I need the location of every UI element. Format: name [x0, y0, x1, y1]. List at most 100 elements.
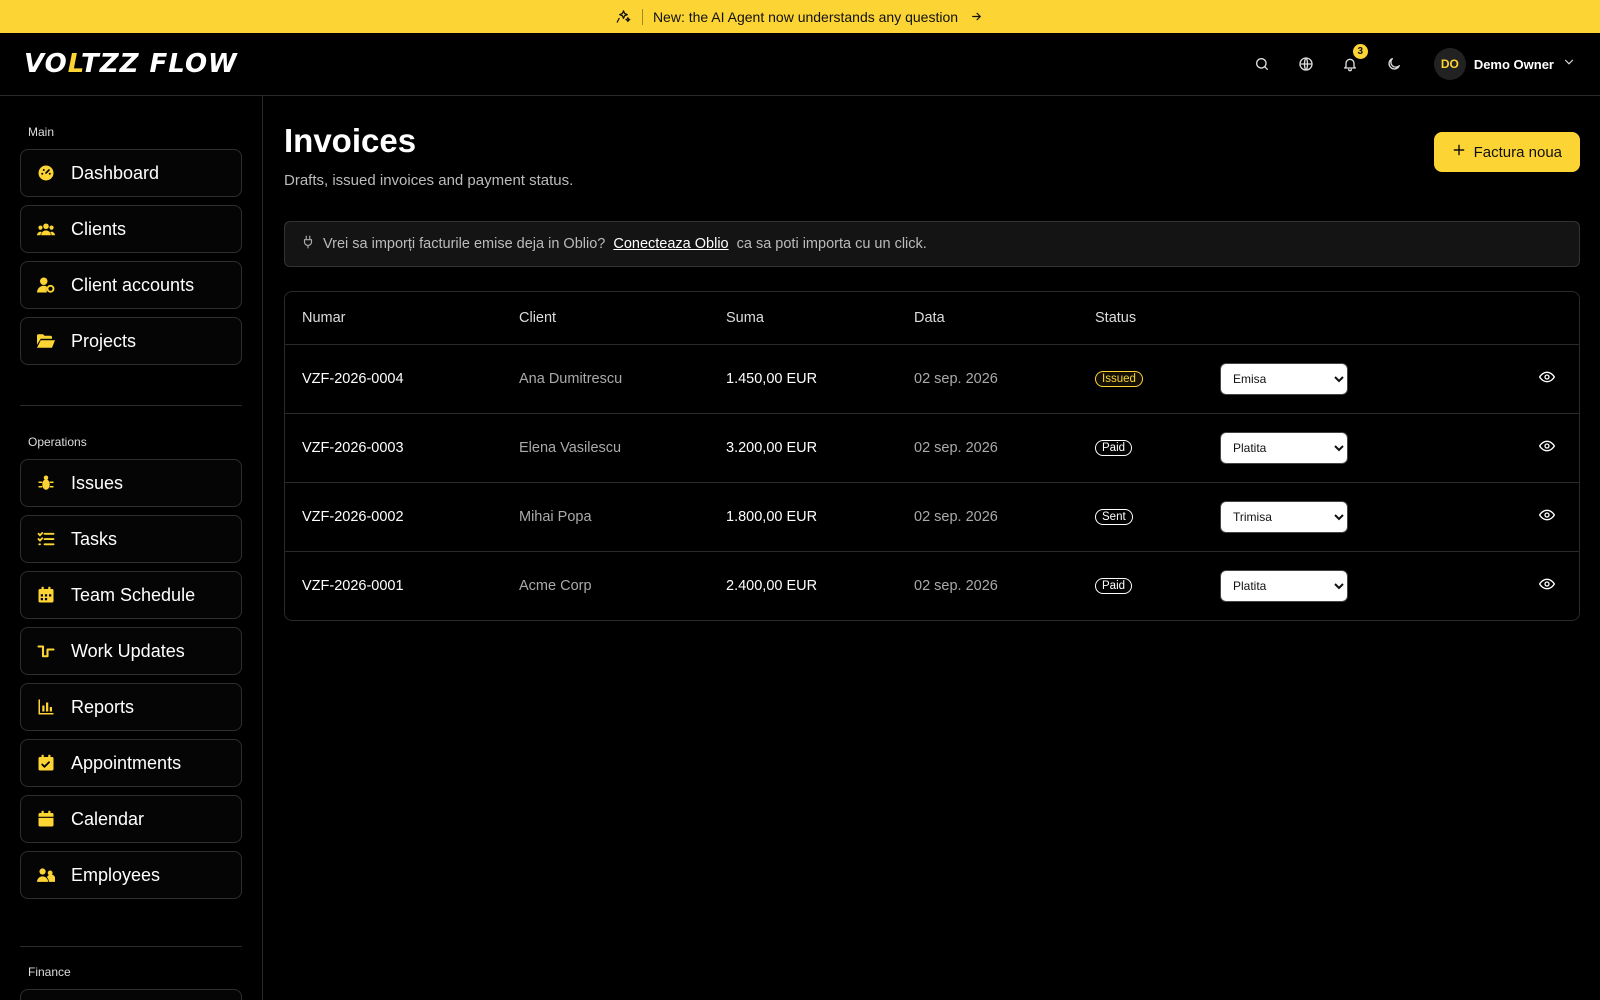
- status-cell: Issued: [1078, 344, 1203, 414]
- sidebar-item-calendar[interactable]: Calendar: [20, 795, 242, 843]
- sidebar-item-label: Projects: [71, 330, 137, 351]
- sidebar-item-team-schedule[interactable]: Team Schedule: [20, 571, 242, 619]
- status-badge: Sent: [1095, 509, 1133, 525]
- globe-icon[interactable]: [1294, 52, 1318, 76]
- status-cell: Paid: [1078, 413, 1203, 483]
- status-badge: Issued: [1095, 371, 1143, 387]
- table-row[interactable]: VZF-2026-0003 Elena Vasilescu 3.200,00 E…: [285, 413, 1579, 483]
- logo-text-b: TZZ FLOW: [81, 49, 238, 79]
- eye-icon[interactable]: [1539, 438, 1555, 454]
- eye-icon[interactable]: [1539, 507, 1555, 523]
- sidebar-item-label: Tasks: [71, 528, 118, 549]
- oblio-import-notice: Vrei sa imporți facturile emise deja in …: [284, 221, 1580, 267]
- new-invoice-label: Factura noua: [1473, 143, 1562, 161]
- status-badge: Paid: [1095, 578, 1133, 595]
- user-group-icon: [37, 866, 55, 884]
- actions-cell: [1472, 413, 1579, 483]
- user-name: Demo Owner: [1473, 56, 1554, 72]
- invoice-number: VZF-2026-0003: [285, 413, 502, 483]
- invoice-client: Acme Corp: [519, 577, 592, 594]
- new-invoice-button[interactable]: Factura noua: [1433, 132, 1580, 172]
- search-icon[interactable]: [1250, 52, 1274, 76]
- sidebar-item-issues[interactable]: Issues: [20, 459, 242, 507]
- gauge-icon: [37, 164, 55, 182]
- sidebar-item-client-accounts[interactable]: Client accounts: [20, 261, 242, 309]
- user-menu[interactable]: DO Demo Owner: [1433, 48, 1576, 80]
- actions-cell: [1473, 551, 1579, 620]
- sidebar-divider: [20, 946, 242, 947]
- sidebar-item-tasks[interactable]: Tasks: [20, 515, 242, 563]
- invoice-number: VZF-2026-0001: [302, 577, 404, 594]
- invoice-number: VZF-2026-0004: [285, 344, 502, 414]
- calendar-icon: [37, 810, 55, 828]
- sparkles-icon: [616, 9, 632, 25]
- users-icon: [37, 220, 55, 238]
- sidebar-item-work-updates[interactable]: Work Updates: [20, 627, 242, 675]
- column-header-client[interactable]: Client: [502, 292, 709, 345]
- folder-open-icon: [37, 332, 55, 350]
- invoice-amount: 3.200,00 EUR: [709, 413, 897, 483]
- status-select[interactable]: Emisa: [1220, 362, 1348, 395]
- sidebar-item-label: Appointments: [71, 752, 182, 773]
- sidebar: Main Dashboard Clients Client accounts P…: [0, 96, 263, 1000]
- table-header-row: Numar Client Suma Data Status: [285, 292, 1579, 345]
- arrow-right-icon[interactable]: [968, 9, 984, 25]
- page-subtitle: Drafts, issued invoices and payment stat…: [284, 172, 574, 189]
- status-select[interactable]: Trimisa: [1220, 500, 1348, 533]
- calendar-grid-icon: [37, 586, 55, 604]
- top-header: VOLTZZ FLOW 3 DO Demo Owner: [0, 33, 1600, 96]
- app-logo[interactable]: VOLTZZ FLOW: [24, 49, 238, 79]
- table-row[interactable]: VZF-2026-0002 Mihai Popa 1.800,00 EUR 02…: [285, 482, 1579, 552]
- eye-icon[interactable]: [1539, 576, 1555, 592]
- connect-oblio-link[interactable]: Conecteaza Oblio: [613, 236, 728, 252]
- sidebar-item-projects[interactable]: Projects: [20, 317, 242, 365]
- status-select-cell: Emisa: [1203, 344, 1473, 414]
- sidebar-section-finance: Finance: [28, 965, 71, 979]
- list-check-icon: [37, 530, 55, 548]
- status-select[interactable]: Platita: [1220, 431, 1348, 464]
- moon-icon[interactable]: [1382, 52, 1406, 76]
- announcement-bar[interactable]: New: the AI Agent now understands any qu…: [0, 0, 1600, 33]
- avatar: DO: [1433, 48, 1466, 80]
- sidebar-item-label: Client accounts: [71, 274, 195, 295]
- invoice-date: 02 sep. 2026: [897, 413, 1078, 483]
- column-header-actions: [1472, 292, 1579, 345]
- notice-text-after: ca sa poti importa cu un click.: [736, 236, 927, 252]
- sidebar-item-clients[interactable]: Clients: [20, 205, 242, 253]
- status-select-cell: Trimisa: [1203, 482, 1473, 552]
- table-row[interactable]: VZF-2026-0004 Ana Dumitrescu 1.450,00 EU…: [285, 344, 1579, 414]
- sidebar-item-label: Clients: [71, 218, 127, 239]
- bell-icon[interactable]: 3: [1338, 44, 1368, 76]
- sidebar-item-label: Team Schedule: [71, 584, 196, 605]
- sidebar-item-employees[interactable]: Employees: [20, 851, 242, 899]
- sidebar-item-reports[interactable]: Reports: [20, 683, 242, 731]
- logo-text-a: VO: [24, 49, 68, 79]
- invoice-client: Ana Dumitrescu: [502, 344, 709, 414]
- table-row[interactable]: VZF-2026-0001 Acme Corp 2.400,00 EUR 02 …: [285, 551, 1579, 620]
- sidebar-item-dashboard[interactable]: Dashboard: [20, 149, 242, 197]
- main-content: Invoices Drafts, issued invoices and pay…: [263, 96, 1600, 1000]
- invoice-date: 02 sep. 2026: [897, 482, 1078, 552]
- sidebar-item-appointments[interactable]: Appointments: [20, 739, 242, 787]
- column-header-change-status: [1203, 292, 1473, 345]
- calendar-check-icon: [37, 754, 55, 772]
- invoice-client: Mihai Popa: [502, 482, 709, 552]
- sidebar-item-finance-partial[interactable]: [20, 989, 242, 1000]
- column-header-suma[interactable]: Suma: [709, 292, 897, 345]
- chart-bar-icon: [37, 698, 55, 716]
- column-header-status[interactable]: Status: [1078, 292, 1203, 345]
- status-select[interactable]: Platita: [1220, 569, 1348, 602]
- announcement-divider: [641, 8, 643, 25]
- plus-icon: [1452, 143, 1466, 161]
- sidebar-divider: [20, 405, 242, 406]
- wave-square-icon: [37, 642, 55, 660]
- bug-icon: [37, 474, 55, 492]
- eye-icon[interactable]: [1539, 369, 1555, 385]
- column-header-numar[interactable]: Numar: [285, 292, 502, 345]
- announcement-text[interactable]: New: the AI Agent now understands any qu…: [653, 9, 958, 25]
- sidebar-item-label: Dashboard: [71, 162, 160, 183]
- invoice-amount: 1.800,00 EUR: [709, 482, 897, 552]
- sidebar-item-label: Calendar: [71, 808, 145, 829]
- column-header-data[interactable]: Data: [897, 292, 1078, 345]
- invoice-amount: 1.450,00 EUR: [709, 344, 897, 414]
